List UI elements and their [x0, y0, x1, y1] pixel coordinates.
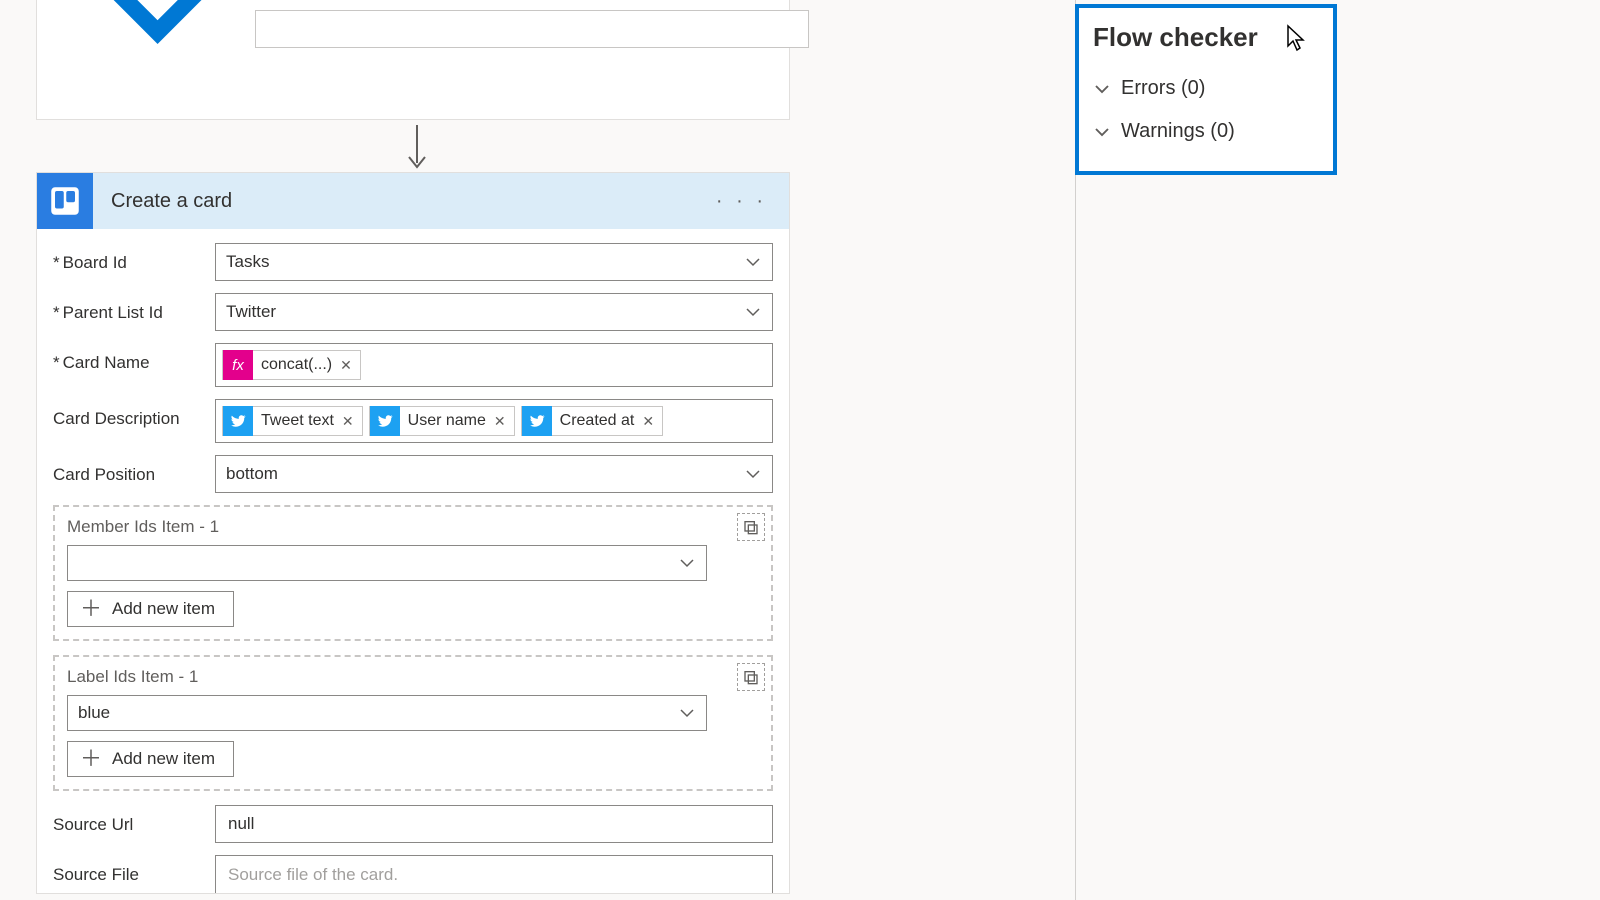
- chevron-down-icon: [1093, 123, 1111, 141]
- token-text: User name: [408, 412, 486, 430]
- field-label-board-id: *Board Id: [53, 243, 215, 273]
- card-position-value: bottom: [226, 464, 278, 484]
- chevron-down-icon: [678, 704, 696, 722]
- field-label-card-name: *Card Name: [53, 343, 215, 373]
- member-ids-item-select[interactable]: [67, 545, 707, 581]
- card-description-input[interactable]: Tweet text ✕ User name ✕: [215, 399, 773, 443]
- flow-checker-warnings-row[interactable]: Warnings (0): [1089, 110, 1317, 153]
- field-card-position: Card Position bottom: [53, 455, 773, 493]
- action-card-create-card: Create a card · · · *Board Id Tasks: [36, 172, 790, 894]
- token-remove-button[interactable]: ✕: [340, 357, 352, 374]
- card-name-input[interactable]: fx concat(...) ✕: [215, 343, 773, 387]
- source-file-input-wrapper: [215, 855, 773, 893]
- field-card-description: Card Description Tweet text ✕: [53, 399, 773, 443]
- member-ids-add-item-button[interactable]: ＋ Add new item: [67, 591, 234, 627]
- field-source-url: Source Url: [53, 805, 773, 843]
- parent-list-select[interactable]: Twitter: [215, 293, 773, 331]
- fx-icon: fx: [223, 350, 253, 380]
- warnings-label: Warnings (0): [1121, 120, 1235, 143]
- expression-token[interactable]: fx concat(...) ✕: [222, 350, 361, 380]
- array-mode-toggle-button[interactable]: [737, 513, 765, 541]
- member-ids-group-label: Member Ids Item - 1: [67, 517, 759, 537]
- connector-arrow-icon: [405, 125, 421, 173]
- field-parent-list-id: *Parent List Id Twitter: [53, 293, 773, 331]
- trello-icon: [37, 173, 93, 229]
- chevron-down-icon: [57, 0, 258, 99]
- action-card-title: Create a card: [111, 190, 708, 213]
- errors-label: Errors (0): [1121, 77, 1205, 100]
- token-remove-button[interactable]: ✕: [642, 413, 654, 430]
- action-card-menu-button[interactable]: · · ·: [708, 182, 775, 221]
- previous-step-input[interactable]: [255, 10, 809, 48]
- dynamic-content-token[interactable]: User name ✕: [369, 406, 515, 436]
- label-ids-group-label: Label Ids Item - 1: [67, 667, 759, 687]
- flow-canvas: Show advanced options Create a card · · …: [0, 0, 1075, 900]
- previous-step-card: Show advanced options: [36, 0, 790, 120]
- dynamic-content-token[interactable]: Tweet text ✕: [222, 406, 363, 436]
- chevron-down-icon: [744, 253, 762, 271]
- chevron-down-icon: [678, 554, 696, 572]
- field-source-file: Source File: [53, 855, 773, 893]
- board-id-value: Tasks: [226, 252, 269, 272]
- add-item-label: Add new item: [112, 749, 215, 769]
- field-label-card-position: Card Position: [53, 455, 215, 485]
- twitter-icon: [223, 406, 253, 436]
- flow-checker-errors-row[interactable]: Errors (0): [1089, 67, 1317, 110]
- card-position-select[interactable]: bottom: [215, 455, 773, 493]
- chevron-down-icon: [1093, 80, 1111, 98]
- source-file-input[interactable]: [226, 864, 762, 886]
- token-text: Created at: [560, 412, 635, 430]
- add-item-label: Add new item: [112, 599, 215, 619]
- field-card-name: *Card Name fx concat(...) ✕: [53, 343, 773, 387]
- flow-checker-title: Flow checker: [1093, 22, 1317, 53]
- parent-list-value: Twitter: [226, 302, 276, 322]
- source-url-input[interactable]: [226, 813, 762, 835]
- chevron-down-icon: [744, 465, 762, 483]
- array-mode-toggle-button[interactable]: [737, 663, 765, 691]
- label-ids-add-item-button[interactable]: ＋ Add new item: [67, 741, 234, 777]
- field-label-card-description: Card Description: [53, 399, 215, 429]
- chevron-down-icon: [744, 303, 762, 321]
- field-board-id: *Board Id Tasks: [53, 243, 773, 281]
- action-card-header[interactable]: Create a card · · ·: [37, 173, 789, 229]
- twitter-icon: [522, 406, 552, 436]
- board-id-select[interactable]: Tasks: [215, 243, 773, 281]
- token-remove-button[interactable]: ✕: [342, 413, 354, 430]
- member-ids-array-group: Member Ids Item - 1 ＋ Add new item: [53, 505, 773, 641]
- token-text: concat(...): [261, 356, 332, 374]
- source-url-input-wrapper: [215, 805, 773, 843]
- field-label-source-url: Source Url: [53, 805, 215, 835]
- label-ids-array-group: Label Ids Item - 1 blue ＋ Add new item: [53, 655, 773, 791]
- flow-checker-panel: Flow checker Errors (0) Warnings (0): [1075, 4, 1337, 175]
- show-advanced-options-link[interactable]: Show advanced options: [57, 0, 258, 99]
- field-label-source-file: Source File: [53, 855, 215, 885]
- dynamic-content-token[interactable]: Created at ✕: [521, 406, 663, 436]
- token-remove-button[interactable]: ✕: [494, 413, 506, 430]
- action-card-body: *Board Id Tasks *Parent List Id: [37, 229, 789, 893]
- field-label-parent-list-id: *Parent List Id: [53, 293, 215, 323]
- label-ids-item-select[interactable]: blue: [67, 695, 707, 731]
- token-text: Tweet text: [261, 412, 334, 430]
- twitter-icon: [370, 406, 400, 436]
- label-ids-item-value: blue: [78, 703, 110, 723]
